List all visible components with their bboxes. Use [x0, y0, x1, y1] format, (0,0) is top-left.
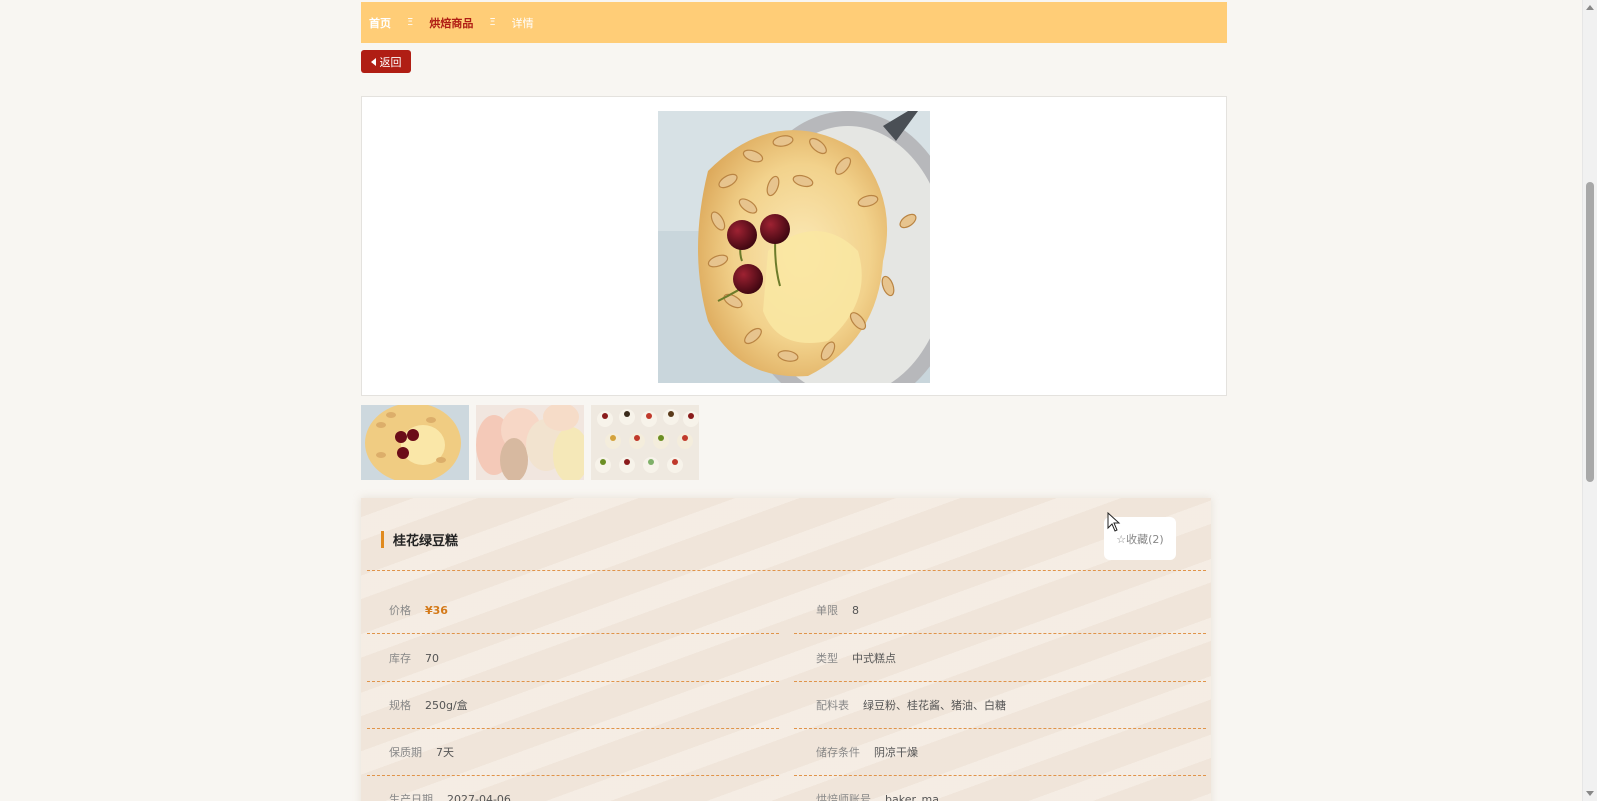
field-spec: 规格 250g/盒 — [367, 682, 779, 729]
field-stock: 库存 70 — [367, 635, 779, 682]
back-button-label: 返回 — [379, 55, 402, 69]
breadcrumb-home[interactable]: 首页 — [369, 15, 391, 31]
field-value: 250g/盒 — [425, 699, 468, 712]
field-value: 7天 — [436, 746, 454, 759]
breadcrumb: 首页 Ξ 烘焙商品 Ξ 详情 — [361, 2, 1227, 43]
product-details-panel: 桂花绿豆糕 ☆收藏(2) 价格 ¥36 单限 8 库存 70 类型 中式糕点 规… — [361, 498, 1211, 801]
field-label: 库存 — [389, 652, 411, 665]
field-price: 价格 ¥36 — [367, 587, 779, 634]
scroll-down-icon[interactable] — [1586, 791, 1594, 796]
field-label: 类型 — [816, 652, 838, 665]
field-value: ¥36 — [425, 603, 448, 617]
field-value: 阴凉干燥 — [874, 746, 918, 759]
caret-left-icon — [370, 57, 376, 66]
field-baker-account: 烘焙师账号 baker_ma — [794, 776, 1206, 801]
field-label: 单限 — [816, 604, 838, 617]
main-image-frame — [361, 96, 1227, 396]
scroll-up-icon[interactable] — [1586, 5, 1594, 10]
field-value: 绿豆粉、桂花酱、猪油、白糖 — [863, 699, 1006, 712]
field-value: 中式糕点 — [852, 652, 896, 665]
field-type: 类型 中式糕点 — [794, 635, 1206, 682]
field-value: 2027-04-06 — [447, 792, 511, 801]
field-label: 规格 — [389, 699, 411, 712]
back-button[interactable]: 返回 — [361, 50, 411, 73]
field-value: 8 — [852, 603, 859, 617]
thumbnail-1[interactable] — [361, 405, 469, 480]
field-label: 储存条件 — [816, 746, 860, 759]
title-accent-bar — [381, 531, 384, 548]
thumbnail-2[interactable] — [476, 405, 584, 480]
title-divider — [367, 570, 1206, 571]
field-storage: 储存条件 阴凉干燥 — [794, 729, 1206, 776]
breadcrumb-separator: Ξ — [489, 17, 496, 28]
favorite-button-label: ☆收藏(2) — [1116, 532, 1164, 546]
field-shelf-life: 保质期 7天 — [367, 729, 779, 776]
field-value: 70 — [425, 651, 439, 665]
breadcrumb-separator: Ξ — [407, 17, 414, 28]
field-label: 烘焙师账号 — [816, 793, 871, 801]
field-purchase-limit: 单限 8 — [794, 587, 1206, 634]
mouse-cursor-icon — [1107, 512, 1121, 532]
field-ingredients: 配料表 绿豆粉、桂花酱、猪油、白糖 — [794, 682, 1206, 729]
scrollbar-thumb[interactable] — [1586, 182, 1594, 482]
field-label: 配料表 — [816, 699, 849, 712]
field-label: 保质期 — [389, 746, 422, 759]
thumbnail-3[interactable] — [591, 405, 699, 480]
vertical-scrollbar[interactable] — [1582, 0, 1597, 801]
product-title-row: 桂花绿豆糕 — [381, 530, 458, 549]
product-name: 桂花绿豆糕 — [393, 534, 459, 549]
breadcrumb-detail: 详情 — [511, 16, 534, 30]
field-label: 价格 — [389, 604, 411, 617]
page: 首页 Ξ 烘焙商品 Ξ 详情 返回 桂花绿豆糕 ☆收藏(2) 价格 ¥36 单限… — [0, 0, 1597, 801]
product-main-image — [658, 111, 930, 383]
thumbnail-strip — [361, 405, 699, 480]
field-value: baker_ma — [885, 792, 939, 801]
breadcrumb-bakery-products[interactable]: 烘焙商品 — [429, 15, 473, 31]
field-label: 生产日期 — [389, 793, 433, 801]
field-production-date: 生产日期 2027-04-06 — [367, 776, 779, 801]
